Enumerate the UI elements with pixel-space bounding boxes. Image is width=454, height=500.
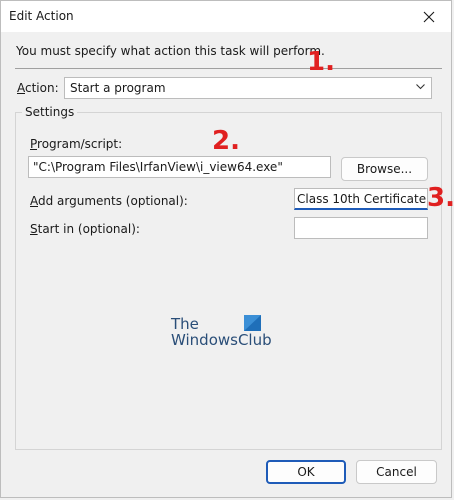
instruction-text: You must specify what action this task w… bbox=[16, 44, 325, 58]
annotation-2: 2. bbox=[212, 126, 240, 156]
action-label: Action: bbox=[17, 81, 59, 95]
start-in-label: Start in (optional): bbox=[30, 222, 140, 236]
add-arguments-label: Add arguments (optional): bbox=[30, 194, 188, 208]
window-title: Edit Action bbox=[9, 9, 74, 23]
close-button[interactable] bbox=[409, 1, 449, 32]
action-select[interactable]: Start a program bbox=[64, 77, 432, 99]
annotation-3: 3. bbox=[427, 183, 454, 213]
close-icon bbox=[423, 11, 435, 22]
annotation-1: 1. bbox=[307, 47, 335, 77]
title-bar: Edit Action bbox=[1, 1, 451, 32]
watermark-line2: WindowsClub bbox=[171, 331, 272, 349]
start-in-input[interactable] bbox=[294, 217, 428, 239]
action-select-value: Start a program bbox=[70, 81, 166, 95]
settings-group-label: Settings bbox=[22, 105, 78, 119]
program-script-input[interactable]: "C:\Program Files\IrfanView\i_view64.exe… bbox=[28, 156, 331, 178]
separator bbox=[15, 68, 442, 69]
windows-logo-icon bbox=[244, 315, 261, 331]
cancel-button[interactable]: Cancel bbox=[356, 460, 437, 484]
chevron-down-icon bbox=[416, 84, 425, 90]
add-arguments-input[interactable]: Class 10th Certificate.jpg bbox=[294, 188, 428, 210]
edit-action-dialog: Edit Action You must specify what action… bbox=[0, 0, 454, 498]
program-script-label: Program/script: bbox=[30, 137, 123, 151]
browse-button[interactable]: Browse... bbox=[341, 157, 428, 181]
ok-button[interactable]: OK bbox=[266, 460, 346, 484]
